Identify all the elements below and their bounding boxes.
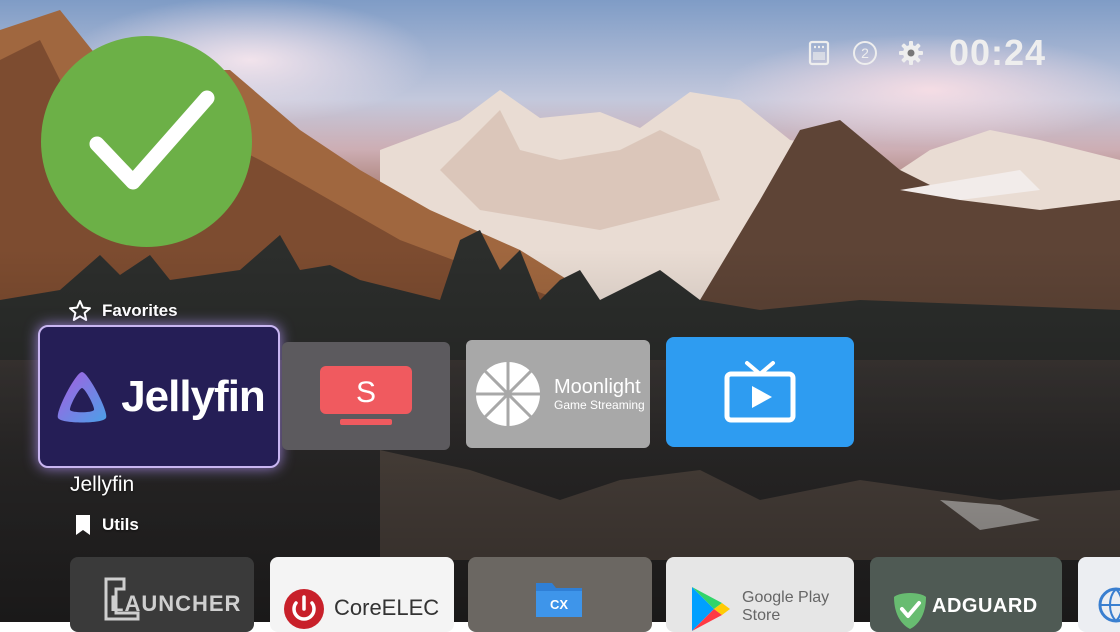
notification-badge[interactable]: 2 [851, 39, 879, 67]
sd-card-icon [805, 39, 833, 67]
favorites-heading: Favorites [68, 299, 178, 323]
google-play-icon [692, 587, 730, 631]
s-app-logo-text: S [356, 376, 376, 409]
power-icon [284, 589, 324, 629]
moonlight-subtitle: Game Streaming [554, 397, 645, 412]
gear-icon[interactable] [897, 39, 925, 67]
app-tile-adguard[interactable]: ADGUARD [870, 557, 1062, 632]
bookmark-icon [74, 514, 92, 536]
app-tile-tv[interactable] [666, 337, 854, 447]
s-app-logo-icon: S [320, 366, 412, 425]
moonlight-title: Moonlight [554, 375, 641, 398]
adguard-shield-icon [894, 593, 926, 629]
launcher-label: LAUNCHER [110, 591, 242, 616]
status-bar: 2 00:24 [805, 32, 1046, 74]
app-tile-partial[interactable] [1078, 557, 1120, 632]
selected-app-label: Jellyfin [70, 473, 135, 496]
app-tile-launcher[interactable]: LAUNCHER [70, 557, 254, 632]
cx-label: CX [550, 597, 568, 612]
utils-heading-label: Utils [102, 515, 139, 534]
app-tile-google-play[interactable]: Google Play Store [666, 557, 854, 632]
moonlight-logo-icon [474, 360, 542, 428]
jellyfin-logo-icon [57, 371, 107, 422]
check-icon [89, 90, 215, 190]
favorites-heading-label: Favorites [102, 301, 178, 320]
adguard-label: ADGUARD [932, 595, 1038, 617]
utils-heading: Utils [74, 514, 139, 536]
google-play-label-line1: Google Play [742, 589, 830, 606]
coreelec-label: CoreELEC [334, 595, 440, 620]
notification-count: 2 [853, 41, 877, 65]
tv-play-icon [724, 361, 796, 423]
globe-icon [1098, 587, 1120, 623]
app-tile-moonlight[interactable]: Moonlight Game Streaming [466, 340, 650, 448]
star-outline-icon [68, 299, 92, 323]
jellyfin-logo-text: Jellyfin [121, 371, 266, 421]
folder-icon: CX [536, 583, 582, 617]
clock: 00:24 [949, 32, 1047, 73]
app-tile-jellyfin[interactable]: Jellyfin [38, 325, 280, 468]
app-tile-cx-file-explorer[interactable]: CX [468, 557, 652, 632]
app-tile-coreelec[interactable]: CoreELEC [270, 557, 454, 632]
check-badge [41, 36, 252, 247]
app-tile-s[interactable]: S [282, 342, 450, 450]
